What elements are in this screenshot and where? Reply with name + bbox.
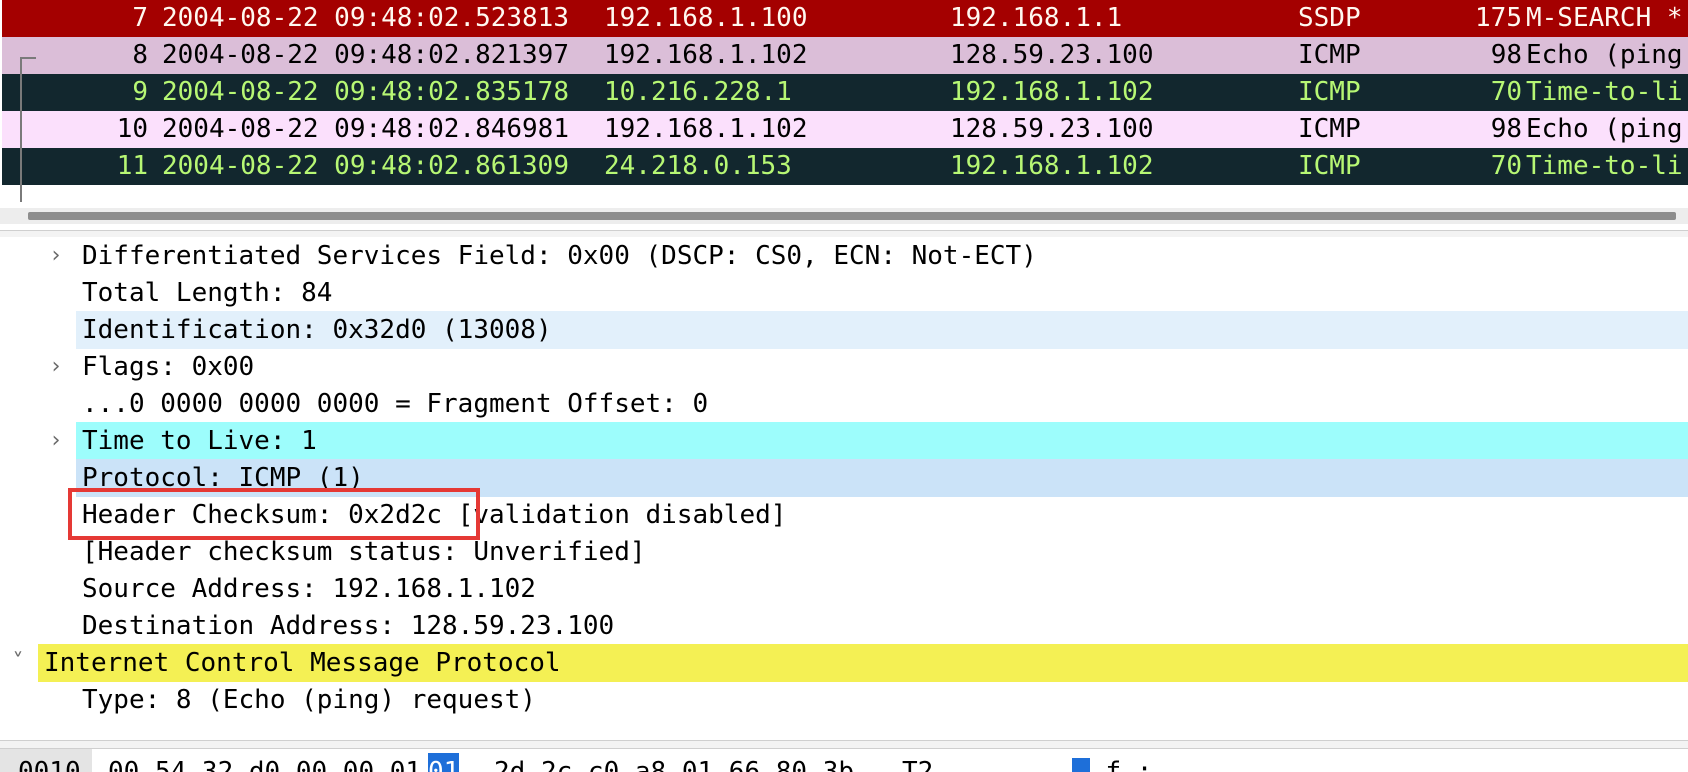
packet-source: 192.168.1.100 [604, 3, 808, 33]
packet-row[interactable]: 7 2004-08-22 09:48:02.523813 192.168.1.100… [2, 0, 1688, 37]
packet-protocol: ICMP [1298, 40, 1361, 70]
detail-tree-item-label: Time to Live: 1 [82, 426, 317, 456]
packet-row[interactable]: 10 2004-08-22 09:48:02.846981 192.168.1.10… [2, 111, 1688, 148]
packet-protocol: SSDP [1298, 3, 1361, 33]
packet-length: 70 [1490, 151, 1522, 181]
bytes-ascii[interactable]: T2 f ; [902, 753, 1152, 772]
packet-protocol: ICMP [1298, 114, 1361, 144]
packet-number: 8 [132, 40, 148, 70]
detail-tree-item[interactable]: Destination Address: 128.59.23.100 [0, 607, 1688, 645]
packet-destination: 192.168.1.102 [950, 151, 1154, 181]
packet-number: 11 [116, 151, 148, 181]
pane-splitter[interactable] [0, 740, 1688, 749]
detail-tree-item-label: ...0 0000 0000 0000 = Fragment Offset: 0 [82, 389, 709, 419]
packet-info: Echo (ping [1526, 40, 1683, 70]
detail-tree-item[interactable]: ˅ Internet Control Message Protocol [0, 644, 1688, 682]
detail-tree-item[interactable]: › Flags: 0x00 [0, 348, 1688, 386]
packet-info: Time-to-li [1526, 77, 1683, 107]
bytes-ascii-selection [1072, 758, 1090, 772]
packet-protocol: ICMP [1298, 77, 1361, 107]
detail-tree-item[interactable]: › Time to Live: 1 [0, 422, 1688, 460]
row-highlight [76, 422, 1688, 460]
detail-tree-item[interactable]: Source Address: 192.168.1.102 [0, 570, 1688, 608]
detail-tree-item[interactable]: Total Length: 84 [0, 274, 1688, 312]
packet-info: Time-to-li [1526, 151, 1683, 181]
packet-time: 2004-08-22 09:48:02.861309 [162, 151, 569, 181]
scrollbar-thumb[interactable] [28, 212, 1676, 220]
detail-tree-item-label: Identification: 0x32d0 (13008) [82, 315, 552, 345]
packet-time: 2004-08-22 09:48:02.523813 [162, 3, 569, 33]
bytes-hex-after[interactable]: 2d 2c c0 a8 01 66 80 3b [494, 753, 854, 772]
packet-time: 2004-08-22 09:48:02.821397 [162, 40, 569, 70]
packet-number: 9 [132, 77, 148, 107]
packet-source: 10.216.228.1 [604, 77, 792, 107]
packet-info: M-SEARCH * [1526, 3, 1683, 33]
chevron-down-icon[interactable]: ˅ [8, 644, 28, 682]
packet-time: 2004-08-22 09:48:02.835178 [162, 77, 569, 107]
detail-tree-item-label: Destination Address: 128.59.23.100 [82, 611, 615, 641]
packet-number: 10 [116, 114, 148, 144]
chevron-right-icon[interactable]: › [46, 348, 66, 386]
packet-length: 98 [1490, 114, 1522, 144]
packet-destination: 128.59.23.100 [950, 114, 1154, 144]
chevron-right-icon[interactable]: › [46, 237, 66, 275]
packet-source: 192.168.1.102 [604, 114, 808, 144]
packet-length: 98 [1490, 40, 1522, 70]
packet-time: 2004-08-22 09:48:02.846981 [162, 114, 569, 144]
packet-row[interactable]: 11 2004-08-22 09:48:02.861309 24.218.0.153… [2, 148, 1688, 185]
detail-tree-item[interactable]: Identification: 0x32d0 (13008) [0, 311, 1688, 349]
packet-list-horizontal-scrollbar[interactable] [0, 208, 1688, 224]
packet-length: 175 [1475, 3, 1522, 33]
chevron-right-icon[interactable]: › [46, 422, 66, 460]
detail-tree-item-label: Type: 8 (Echo (ping) request) [82, 685, 536, 715]
conversation-bracket-line [20, 57, 22, 202]
packet-destination: 192.168.1.102 [950, 77, 1154, 107]
detail-tree-item-label: Total Length: 84 [82, 278, 333, 308]
detail-tree-item-label: Differentiated Services Field: 0x00 (DSC… [82, 241, 1037, 271]
packet-length: 70 [1490, 77, 1522, 107]
packet-destination: 192.168.1.1 [950, 3, 1123, 33]
annotation-highlight-box [68, 488, 480, 540]
packet-bytes-pane[interactable]: 0010 00 54 32 d0 00 00 01 01 2d 2c c0 a8… [0, 749, 1688, 772]
conversation-bracket-tick [20, 57, 36, 59]
packet-source: 24.218.0.153 [604, 151, 792, 181]
detail-tree-item-label: Source Address: 192.168.1.102 [82, 574, 536, 604]
packet-list[interactable]: 7 2004-08-22 09:48:02.523813 192.168.1.100… [0, 0, 1688, 202]
detail-tree-item[interactable]: ...0 0000 0000 0000 = Fragment Offset: 0 [0, 385, 1688, 423]
packet-protocol: ICMP [1298, 151, 1361, 181]
packet-row[interactable]: 8 2004-08-22 09:48:02.821397 192.168.1.102… [2, 37, 1688, 74]
packet-info: Echo (ping [1526, 114, 1683, 144]
packet-destination: 128.59.23.100 [950, 40, 1154, 70]
detail-tree-item-label: Flags: 0x00 [82, 352, 255, 382]
packet-row[interactable]: 9 2004-08-22 09:48:02.835178 10.216.228.1 1… [2, 74, 1688, 111]
detail-tree-item[interactable]: Type: 8 (Echo (ping) request) [0, 681, 1688, 719]
bytes-hex-selected[interactable]: 01 [428, 753, 460, 772]
bytes-hex-before[interactable]: 00 54 32 d0 00 00 01 [108, 753, 421, 772]
detail-tree-item-label: Internet Control Message Protocol [44, 648, 561, 678]
detail-tree-item[interactable]: › Differentiated Services Field: 0x00 (DS… [0, 237, 1688, 275]
packet-number: 7 [132, 3, 148, 33]
packet-source: 192.168.1.102 [604, 40, 808, 70]
bytes-offset: 0010 [18, 757, 81, 772]
